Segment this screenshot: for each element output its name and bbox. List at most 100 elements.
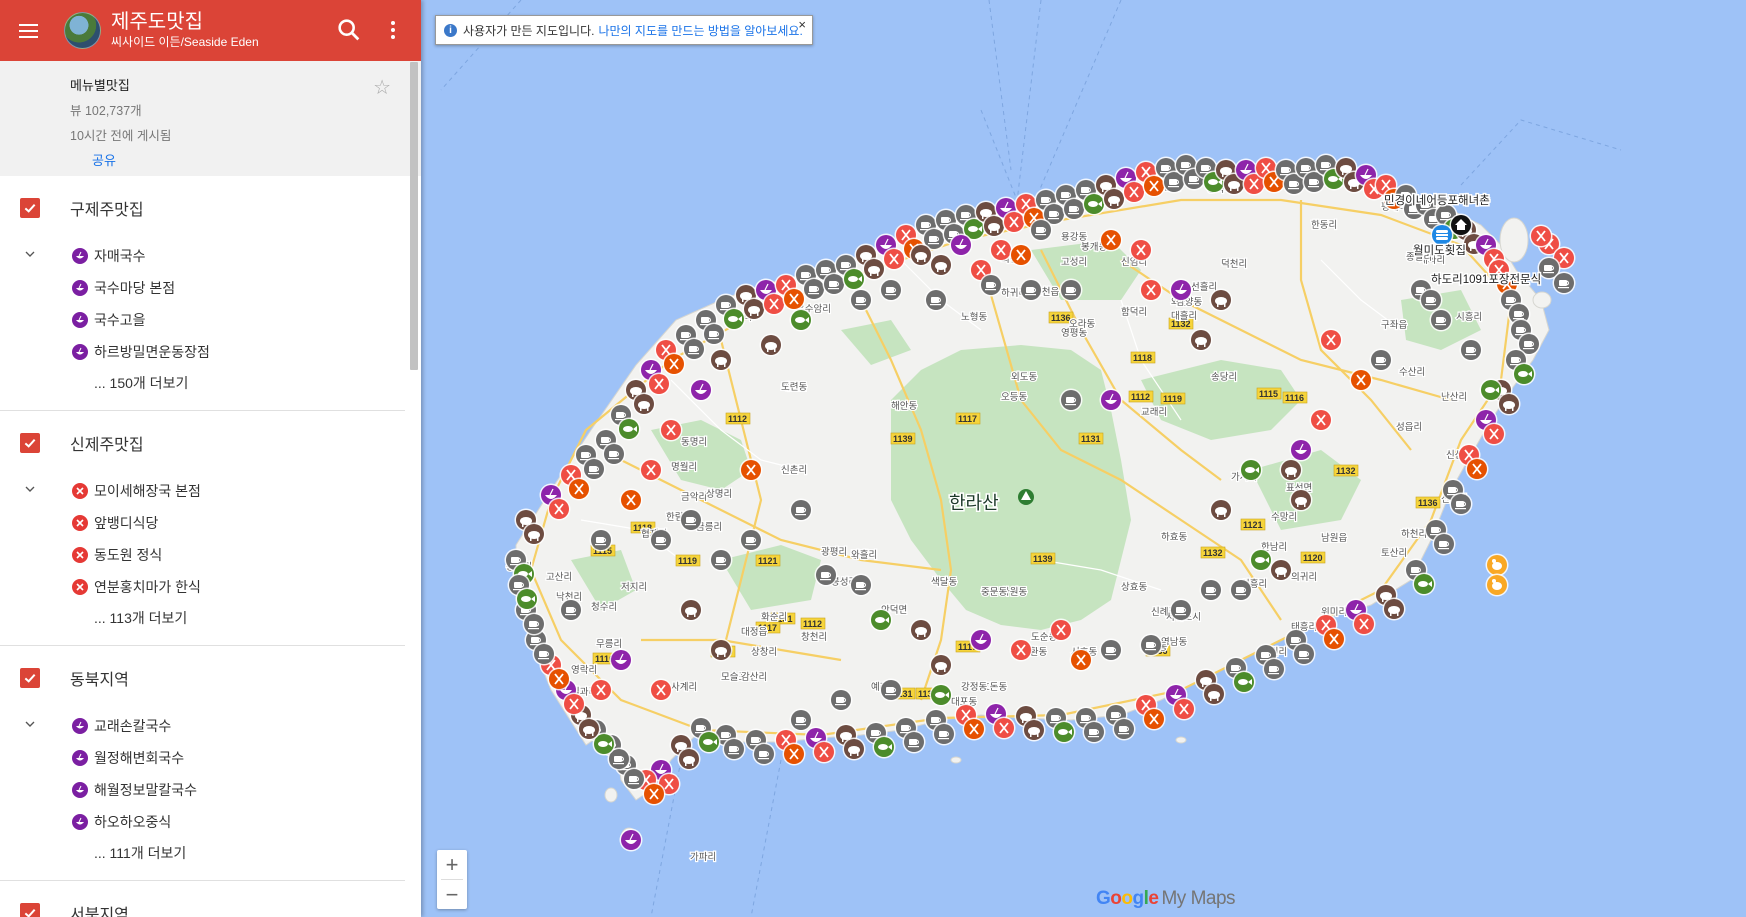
cup-icon[interactable] [1112, 717, 1136, 741]
more-options-button[interactable] [383, 16, 403, 44]
bowl-icon[interactable] [949, 233, 973, 257]
cup-icon[interactable] [1019, 278, 1043, 302]
cup-icon[interactable] [1432, 532, 1456, 556]
cup-icon[interactable] [979, 273, 1003, 297]
cup-icon[interactable] [849, 573, 873, 597]
cup-icon[interactable] [722, 737, 746, 761]
fork-knife-icon[interactable] [1172, 697, 1196, 721]
cup-icon[interactable] [622, 767, 646, 791]
fork-knife-icon[interactable] [1349, 368, 1373, 392]
cup-icon[interactable] [902, 730, 926, 754]
show-more-link[interactable]: ... 150개 더보기 [0, 368, 405, 398]
fish-icon[interactable] [869, 608, 893, 632]
cup-icon[interactable] [1459, 338, 1483, 362]
pig-icon[interactable] [909, 243, 933, 267]
cup-icon[interactable] [532, 642, 556, 666]
pig-icon[interactable] [677, 747, 701, 771]
layer-title[interactable]: 동북지역 [70, 666, 129, 690]
cup-icon[interactable] [879, 278, 903, 302]
fish-icon[interactable] [617, 417, 641, 441]
zoom-in-button[interactable]: + [437, 850, 467, 879]
bowl-icon[interactable] [1099, 388, 1123, 412]
fork-knife-icon[interactable] [1069, 648, 1093, 672]
fork-knife-icon[interactable] [962, 717, 986, 741]
fish-icon[interactable] [1052, 720, 1076, 744]
cup-icon[interactable] [1199, 578, 1223, 602]
layer-title[interactable]: 서북지역 [70, 901, 129, 917]
pig-icon[interactable] [709, 638, 733, 662]
layer-title[interactable]: 구제주맛집 [70, 196, 144, 220]
fork-knife-icon[interactable] [662, 352, 686, 376]
cup-icon[interactable] [752, 742, 776, 766]
fork-knife-icon[interactable] [882, 247, 906, 271]
search-button[interactable] [335, 16, 363, 44]
cup-icon[interactable] [1369, 348, 1393, 372]
fork-knife-icon[interactable] [1009, 638, 1033, 662]
fork-knife-icon[interactable] [1482, 422, 1506, 446]
cup-icon[interactable] [559, 598, 583, 622]
fork-knife-icon[interactable] [639, 458, 663, 482]
fork-knife-icon[interactable] [562, 692, 586, 716]
fork-knife-icon[interactable] [1319, 328, 1343, 352]
cup-icon[interactable] [789, 708, 813, 732]
cup-icon[interactable] [702, 322, 726, 346]
fork-knife-icon[interactable] [547, 667, 571, 691]
bowl-icon[interactable] [689, 378, 713, 402]
bowl-icon[interactable] [969, 628, 993, 652]
layer-item[interactable]: 해월정보말칼국수 [0, 774, 405, 806]
pig-icon[interactable] [1209, 288, 1233, 312]
fork-knife-icon[interactable] [642, 782, 666, 806]
pig-icon[interactable] [929, 253, 953, 277]
pig-icon[interactable] [842, 737, 866, 761]
layer-item[interactable]: 자매국수 [0, 240, 405, 272]
pig-icon[interactable] [929, 653, 953, 677]
pig-icon[interactable] [1202, 682, 1226, 706]
cup-icon[interactable] [709, 548, 733, 572]
fish-icon[interactable] [722, 307, 746, 331]
home-icon[interactable] [1449, 213, 1473, 237]
pig-icon[interactable] [742, 297, 766, 321]
menu-button[interactable] [6, 9, 50, 53]
fish-icon[interactable] [1249, 548, 1273, 572]
layer-item[interactable]: 하오하오중식 [0, 806, 405, 838]
fork-knife-icon[interactable] [1139, 278, 1163, 302]
fork-knife-icon[interactable] [659, 418, 683, 442]
cup-icon[interactable] [1169, 598, 1193, 622]
fish-icon[interactable] [1239, 458, 1263, 482]
fork-knife-icon[interactable] [989, 238, 1013, 262]
fork-knife-icon[interactable] [567, 477, 591, 501]
cup-icon[interactable] [739, 528, 763, 552]
fish-icon[interactable] [697, 730, 721, 754]
fork-knife-icon[interactable] [1009, 243, 1033, 267]
pig-icon[interactable] [1279, 458, 1303, 482]
cup-icon[interactable] [1552, 271, 1576, 295]
cup-icon[interactable] [602, 442, 626, 466]
fork-knife-icon[interactable] [992, 716, 1016, 740]
fork-knife-icon[interactable] [1322, 627, 1346, 651]
cup-icon[interactable] [1029, 218, 1053, 242]
cup-icon[interactable] [802, 277, 826, 301]
cup-icon[interactable] [682, 337, 706, 361]
pig-icon[interactable] [1382, 597, 1406, 621]
layer-checkbox[interactable] [20, 198, 40, 218]
fish-icon[interactable] [1512, 362, 1536, 386]
layer-checkbox[interactable] [20, 668, 40, 688]
fork-knife-icon[interactable] [782, 742, 806, 766]
cup-icon[interactable] [1262, 657, 1286, 681]
cup-icon[interactable] [814, 563, 838, 587]
pig-icon[interactable] [1102, 187, 1126, 211]
pig-icon[interactable] [522, 522, 546, 546]
cup-icon[interactable] [829, 688, 853, 712]
fork-knife-icon[interactable] [1129, 238, 1153, 262]
layer-item[interactable]: 국수고을 [0, 304, 405, 336]
share-link[interactable]: 공유 [92, 150, 421, 169]
fish-icon[interactable] [1232, 670, 1256, 694]
fork-knife-icon[interactable] [547, 497, 571, 521]
layer-item[interactable]: 연분홍치마가 한식 [0, 571, 405, 603]
fork-knife-icon[interactable] [1099, 228, 1123, 252]
cup-icon[interactable] [1229, 578, 1253, 602]
cup-icon[interactable] [1139, 633, 1163, 657]
fish-icon[interactable] [1412, 572, 1436, 596]
fork-knife-icon[interactable] [812, 740, 836, 764]
cup-icon[interactable] [1419, 288, 1443, 312]
